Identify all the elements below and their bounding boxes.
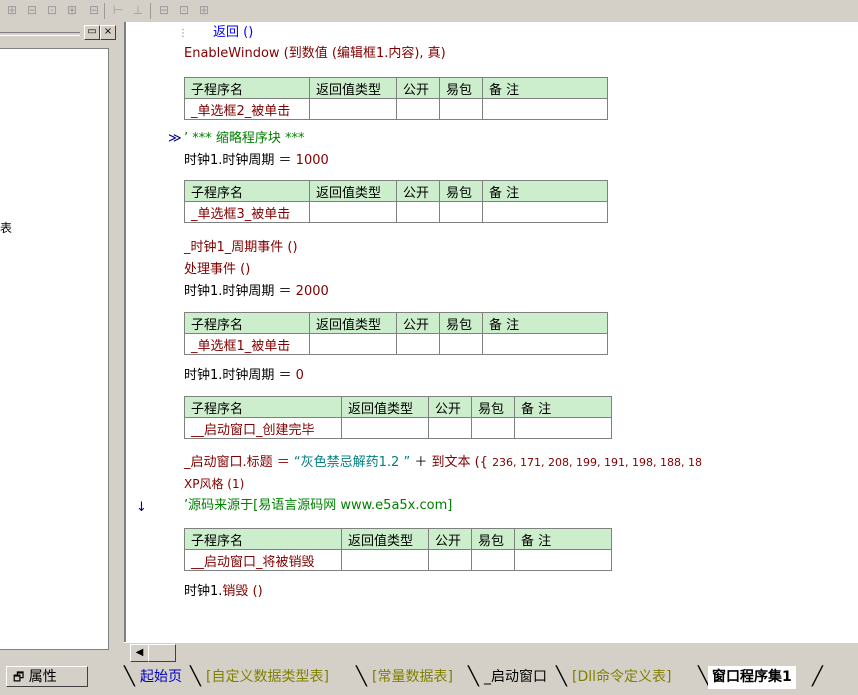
same-width-icon[interactable]: ⊢ bbox=[110, 3, 126, 18]
code-line-timer-2000[interactable]: 时钟1.时钟周期 ＝ 2000 bbox=[184, 284, 329, 300]
code-line-timer-event[interactable]: _时钟1_周期事件 () bbox=[184, 240, 298, 256]
header-remark: 备 注 bbox=[482, 77, 608, 99]
center-v-icon[interactable]: ⊡ bbox=[176, 3, 192, 18]
header-easy-pack: 易包 bbox=[471, 528, 515, 550]
panel-minimize-button[interactable]: ▭ bbox=[84, 25, 100, 40]
to-text-function: 到文本 ({ bbox=[431, 455, 493, 470]
header-easy-pack: 易包 bbox=[471, 396, 515, 418]
flow-line-marker: ⋮ bbox=[178, 28, 188, 39]
align-left-icon[interactable]: ⊞ bbox=[4, 3, 20, 18]
code-line-return[interactable]: 返回 () bbox=[213, 25, 253, 41]
left-panel: ▭ × 表 bbox=[0, 22, 123, 663]
horizontal-scrollbar[interactable]: ◀ bbox=[124, 642, 858, 664]
code-line-destroy[interactable]: 时钟1.销毁 () bbox=[184, 584, 263, 600]
same-height-icon[interactable]: ⊥ bbox=[130, 3, 146, 18]
distribute-v-icon[interactable]: ⊟ bbox=[156, 3, 172, 18]
align-right-icon[interactable]: ⊡ bbox=[44, 3, 60, 18]
properties-label: 属性 bbox=[28, 669, 57, 685]
timer-value: 2000 bbox=[295, 284, 329, 299]
header-remark: 备 注 bbox=[482, 312, 608, 334]
sub-table-1[interactable]: 子程序名 返回值类型 公开 易包 备 注 _单选框2_被单击 bbox=[184, 77, 608, 120]
header-sub-name: 子程序名 bbox=[184, 180, 310, 202]
tab-custom-types[interactable]: [自定义数据类型表] bbox=[202, 666, 333, 689]
timer-assign-prefix: 时钟1.时钟周期 ＝ bbox=[184, 153, 296, 168]
sub-name-cell[interactable]: _单选框2_被单击 bbox=[184, 98, 310, 120]
project-tree[interactable]: 表 bbox=[0, 48, 109, 650]
same-size-icon[interactable]: ⊞ bbox=[196, 3, 212, 18]
header-sub-name: 子程序名 bbox=[184, 312, 310, 334]
header-sub-name: 子程序名 bbox=[184, 528, 342, 550]
panel-titlebar: ▭ × bbox=[0, 25, 118, 41]
sub-name-cell[interactable]: __启动窗口_将被销毁 bbox=[184, 549, 342, 571]
header-public: 公开 bbox=[396, 77, 440, 99]
sub-table-2[interactable]: 子程序名 返回值类型 公开 易包 备 注 _单选框3_被单击 bbox=[184, 180, 608, 223]
timer-assign-prefix: 时钟1.时钟周期 ＝ bbox=[184, 284, 296, 299]
comment-line-arrow-icon: ↓ bbox=[136, 500, 147, 515]
sub-table-3[interactable]: 子程序名 返回值类型 公开 易包 备 注 _单选框1_被单击 bbox=[184, 312, 608, 355]
tab-dll-commands[interactable]: [Dll命令定义表] bbox=[568, 666, 675, 689]
header-return-type: 返回值类型 bbox=[309, 312, 397, 334]
header-remark: 备 注 bbox=[482, 180, 608, 202]
tab-constants[interactable]: [常量数据表] bbox=[368, 666, 457, 689]
header-return-type: 返回值类型 bbox=[309, 180, 397, 202]
header-easy-pack: 易包 bbox=[439, 180, 483, 202]
code-line-timer-1000[interactable]: 时钟1.时钟周期 ＝ 1000 bbox=[184, 153, 329, 169]
scroll-left-icon[interactable]: ◀ bbox=[130, 644, 149, 662]
bottom-bar: 🗗 属性 ╲ 起始页 ╲ [自定义数据类型表] ╲ [常量数据表] ╲ _启动窗… bbox=[0, 663, 858, 695]
timer-value: 0 bbox=[295, 368, 304, 383]
tab-startup-window[interactable]: _启动窗口 bbox=[480, 666, 551, 689]
collapsed-block-marker[interactable]: ≫ bbox=[168, 131, 182, 147]
timer-assign-prefix: 时钟1.时钟周期 ＝ bbox=[184, 368, 296, 383]
tab-start-page[interactable]: 起始页 bbox=[136, 666, 186, 689]
timer-value: 1000 bbox=[295, 153, 329, 168]
header-public: 公开 bbox=[396, 180, 440, 202]
code-line-comment[interactable]: ’源码来源于[易语言源码网 www.e5a5x.com] bbox=[184, 498, 452, 514]
destroy-method: 销毁 () bbox=[222, 584, 263, 599]
tree-item-fragment[interactable]: 表 bbox=[0, 219, 12, 236]
properties-button[interactable]: 🗗 属性 bbox=[6, 666, 88, 687]
destroy-object-prefix: 时钟1. bbox=[184, 584, 223, 599]
align-center-icon[interactable]: ⊟ bbox=[24, 3, 40, 18]
sub-name-cell[interactable]: __启动窗口_创建完毕 bbox=[184, 417, 342, 439]
properties-icon: 🗗 bbox=[13, 670, 25, 684]
header-return-type: 返回值类型 bbox=[341, 528, 429, 550]
sub-table-4[interactable]: 子程序名 返回值类型 公开 易包 备 注 __启动窗口_创建完毕 bbox=[184, 396, 612, 439]
code-line-xp-style[interactable]: XP风格 (1) bbox=[184, 476, 244, 492]
code-line-enablewindow[interactable]: EnableWindow (到数值 (编辑框1.内容), 真) bbox=[184, 46, 446, 62]
header-sub-name: 子程序名 bbox=[184, 77, 310, 99]
plus-operator: ＋ bbox=[410, 455, 432, 470]
tab-window-assembly[interactable]: 窗口程序集1 bbox=[708, 666, 796, 689]
byte-array-values: 236, 171, 208, 199, 191, 198, 188, 18 bbox=[492, 456, 702, 469]
sub-name-cell[interactable]: _单选框3_被单击 bbox=[184, 201, 310, 223]
header-return-type: 返回值类型 bbox=[341, 396, 429, 418]
header-easy-pack: 易包 bbox=[439, 312, 483, 334]
header-public: 公开 bbox=[396, 312, 440, 334]
layout-toolbar: ⊞ ⊟ ⊡ ⊞ ⊟ ⊢ ⊥ ⊟ ⊡ ⊞ bbox=[0, 0, 858, 23]
collapsed-block-text[interactable]: ’ *** 缩略程序块 *** bbox=[184, 131, 305, 147]
header-return-type: 返回值类型 bbox=[309, 77, 397, 99]
header-remark: 备 注 bbox=[514, 528, 612, 550]
sub-name-cell[interactable]: _单选框1_被单击 bbox=[184, 333, 310, 355]
code-line-process[interactable]: 处理事件 () bbox=[184, 262, 250, 278]
distribute-h-icon[interactable]: ⊟ bbox=[86, 3, 102, 18]
header-public: 公开 bbox=[428, 528, 472, 550]
scroll-thumb[interactable] bbox=[148, 644, 176, 662]
header-remark: 备 注 bbox=[514, 396, 612, 418]
title-assign-prefix: _启动窗口.标题 ＝ bbox=[184, 455, 294, 470]
header-sub-name: 子程序名 bbox=[184, 396, 342, 418]
header-easy-pack: 易包 bbox=[439, 77, 483, 99]
code-line-window-title[interactable]: _启动窗口.标题 ＝ “灰色禁忌解药1.2 ” ＋ 到文本 ({ 236, 17… bbox=[184, 455, 702, 471]
code-line-timer-0[interactable]: 时钟1.时钟周期 ＝ 0 bbox=[184, 368, 304, 384]
panel-close-button[interactable]: × bbox=[100, 25, 116, 40]
sub-table-5[interactable]: 子程序名 返回值类型 公开 易包 备 注 __启动窗口_将被销毁 bbox=[184, 528, 612, 571]
align-top-icon[interactable]: ⊞ bbox=[64, 3, 80, 18]
code-editor[interactable]: ⋮ 返回 () EnableWindow (到数值 (编辑框1.内容), 真) … bbox=[124, 22, 858, 642]
header-public: 公开 bbox=[428, 396, 472, 418]
title-string: “灰色禁忌解药1.2 ” bbox=[293, 455, 411, 470]
